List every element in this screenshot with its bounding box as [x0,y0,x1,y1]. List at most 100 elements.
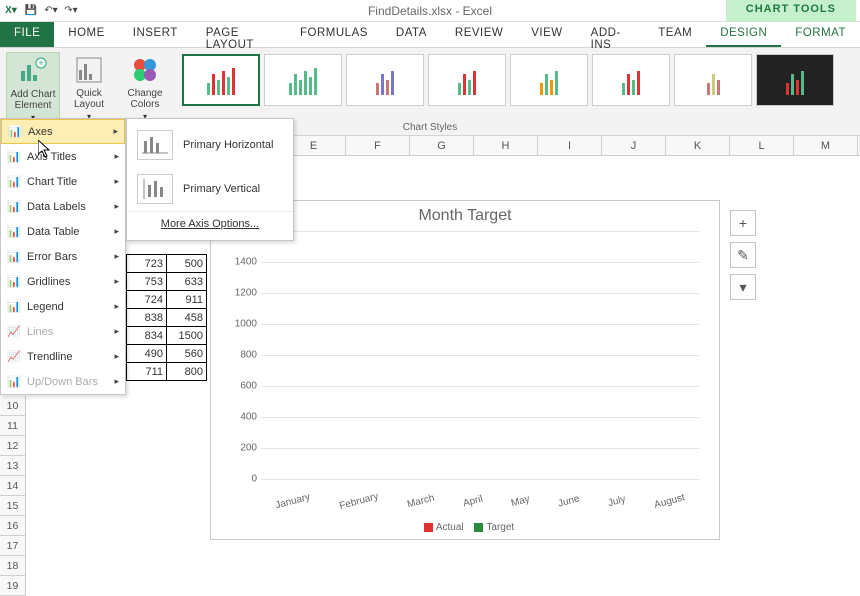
col-K[interactable]: K [666,136,730,155]
change-colors-label: Change Colors [119,88,171,110]
chart-styles-button[interactable]: ✎ [730,242,756,268]
y-axis-tick: 200 [221,443,257,454]
tab-addins[interactable]: ADD-INS [577,22,645,47]
menu-item-legend[interactable]: 📊Legend [1,294,125,319]
titlebar: X▾ 💾 ↶▾ ↷▾ FindDetails.xlsx - Excel CHAR… [0,0,860,22]
plot-area[interactable]: 02004006008001000120014001600 [261,231,699,479]
tab-insert[interactable]: INSERT [119,22,192,47]
submenu-primary-vertical[interactable]: Primary Vertical [127,167,293,211]
menu-item-data-labels[interactable]: 📊Data Labels [1,194,125,219]
chart-style-4[interactable] [428,54,506,106]
row-14[interactable]: 14 [0,476,26,496]
save-icon[interactable]: 💾 [24,4,38,18]
menu-item-error-bars[interactable]: 📊Error Bars [1,244,125,269]
cell[interactable]: 911 [167,291,207,309]
cell[interactable]: 723 [127,255,167,273]
col-J[interactable]: J [602,136,666,155]
y-axis-tick: 400 [221,412,257,423]
row-11[interactable]: 11 [0,416,26,436]
tab-view[interactable]: VIEW [517,22,576,47]
cell[interactable]: 490 [127,345,167,363]
chart-style-1[interactable] [182,54,260,106]
quick-layout-button[interactable]: Quick Layout ▾ [62,52,116,123]
menu-item-axes[interactable]: 📊Axes [1,119,125,144]
window-title: FindDetails.xlsx - Excel [368,4,492,18]
chart-plus-button[interactable]: + [730,210,756,236]
doc-name: FindDetails.xlsx [368,4,452,18]
chart-style-7[interactable] [674,54,752,106]
cell[interactable]: 834 [127,327,167,345]
quick-access-toolbar: X▾ 💾 ↶▾ ↷▾ [0,4,78,18]
menu-label: Axis Titles [27,151,77,163]
tab-team[interactable]: TEAM [644,22,706,47]
col-G[interactable]: G [410,136,474,155]
chart-floating-buttons: + ✎ ▾ [730,210,756,300]
menu-label: Lines [27,326,53,338]
col-I[interactable]: I [538,136,602,155]
add-chart-element-button[interactable]: + Add Chart Element ▾ [6,52,60,125]
row-17[interactable]: 17 [0,536,26,556]
submenu-primary-horizontal[interactable]: Primary Horizontal [127,123,293,167]
tab-home[interactable]: HOME [54,22,119,47]
tab-format[interactable]: FORMAT [781,22,860,47]
tab-formulas[interactable]: FORMULAS [286,22,382,47]
x-axis-tick: June [557,493,581,509]
submenu-more-axis-options[interactable]: More Axis Options... [127,211,293,236]
chart-style-3[interactable] [346,54,424,106]
chart-filter-button[interactable]: ▾ [730,274,756,300]
col-L[interactable]: L [730,136,794,155]
row-10[interactable]: 10 [0,396,26,416]
row-18[interactable]: 18 [0,556,26,576]
cell[interactable]: 560 [167,345,207,363]
col-M[interactable]: M [794,136,858,155]
row-13[interactable]: 13 [0,456,26,476]
submenu-label: Primary Vertical [183,183,260,195]
col-H[interactable]: H [474,136,538,155]
tab-file[interactable]: FILE [0,22,54,47]
row-12[interactable]: 12 [0,436,26,456]
y-axis-tick: 600 [221,381,257,392]
menu-item-updown-bars: 📊Up/Down Bars [1,369,125,394]
row-19[interactable]: 19 [0,576,26,596]
change-colors-button[interactable]: Change Colors ▾ [118,52,172,123]
cell[interactable]: 458 [167,309,207,327]
cell[interactable]: 500 [167,255,207,273]
menu-item-trendline[interactable]: 📈Trendline [1,344,125,369]
chart-style-5[interactable] [510,54,588,106]
cell[interactable]: 800 [167,363,207,381]
menu-item-axis-titles[interactable]: 📊Axis Titles [1,144,125,169]
cell[interactable]: 724 [127,291,167,309]
row-15[interactable]: 15 [0,496,26,516]
cell[interactable]: 838 [127,309,167,327]
cell[interactable]: 711 [127,363,167,381]
legend-icon: 📊 [7,300,21,314]
tab-pagelayout[interactable]: PAGE LAYOUT [192,22,286,47]
submenu-label: Primary Horizontal [183,139,273,151]
cell[interactable]: 753 [127,273,167,291]
bar-series [261,231,699,479]
chart-style-6[interactable] [592,54,670,106]
menu-item-chart-title[interactable]: 📊Chart Title [1,169,125,194]
brush-icon: ✎ [737,247,749,264]
col-F[interactable]: F [346,136,410,155]
cell[interactable]: 1500 [167,327,207,345]
x-axis-labels: JanuaryFebruaryMarchAprilMayJuneJulyAugu… [261,496,699,507]
y-axis-tick: 800 [221,350,257,361]
chart-style-8[interactable] [756,54,834,106]
y-axis-tick: 1000 [221,319,257,330]
lines-icon: 📈 [7,325,21,339]
row-16[interactable]: 16 [0,516,26,536]
tab-design[interactable]: DESIGN [706,22,781,47]
redo-icon[interactable]: ↷▾ [64,4,78,18]
undo-icon[interactable]: ↶▾ [44,4,58,18]
chart-style-2[interactable] [264,54,342,106]
tab-review[interactable]: REVIEW [441,22,517,47]
cell[interactable]: 633 [167,273,207,291]
menu-item-gridlines[interactable]: 📊Gridlines [1,269,125,294]
updown-bars-icon: 📊 [7,375,21,389]
axes-icon: 📊 [8,125,22,139]
tab-data[interactable]: DATA [382,22,441,47]
embedded-chart[interactable]: Month Target 020040060080010001200140016… [210,200,720,540]
chart-legend[interactable]: Actual Target [211,522,719,533]
menu-item-data-table[interactable]: 📊Data Table [1,219,125,244]
